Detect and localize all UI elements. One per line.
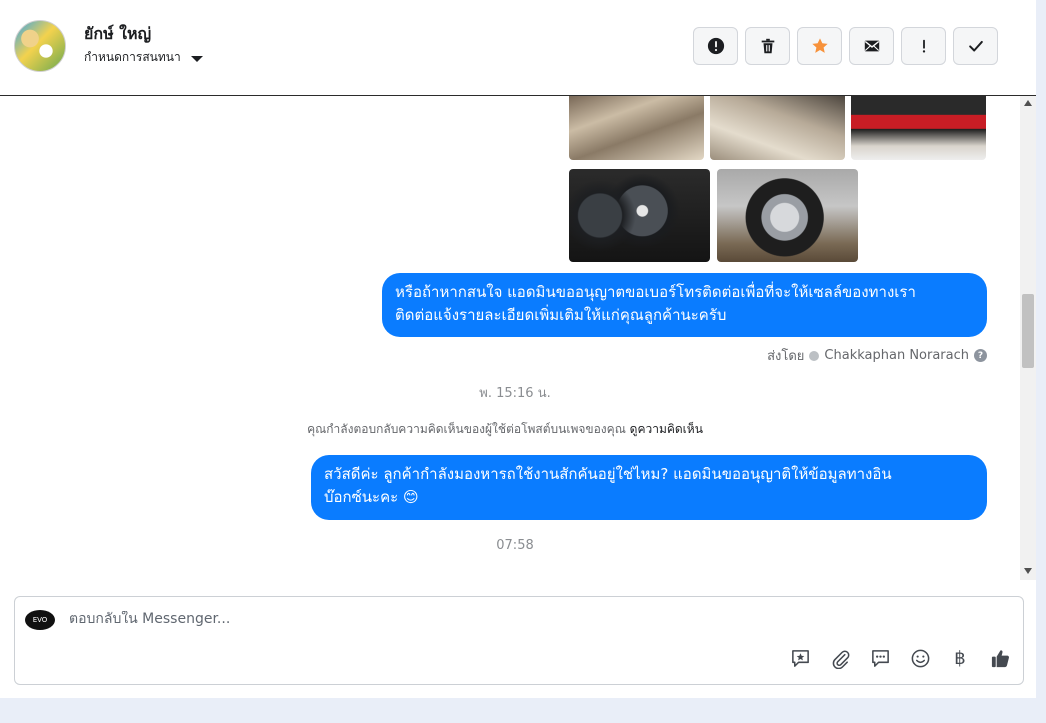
exclamation-circle-icon [707,37,724,55]
comment-reply-note: คุณกำลังตอบกลับความคิดเห็นของผู้ใช้ต่อโพ… [0,420,1010,439]
message-line: หรือถ้าหากสนใจ แอดมินขออนุญาตขอเบอร์โทรต… [395,283,916,301]
outgoing-message[interactable]: หรือถ้าหากสนใจ แอดมินขออนุญาตขอเบอร์โทรต… [382,273,987,337]
car-interior-photo[interactable] [569,96,704,160]
sent-by-prefix: ส่งโดย [767,349,805,364]
message-timestamp: 07:58 [496,538,534,553]
saved-reply-icon [791,649,809,667]
done-button[interactable] [953,27,998,65]
envelope-icon [864,40,879,52]
mark-spam-button[interactable] [693,27,738,65]
reply-composer: EVO ฿ [14,596,1024,685]
assign-conversation-dropdown[interactable]: กำหนดการสนทนา [84,48,203,67]
page-logo: EVO [25,610,55,630]
message-line: สวัสดีค่ะ ลูกค้ากำลังมองหารถใช้งานสักคัน… [324,465,892,483]
star-icon [811,38,828,53]
conversation-header: ยักษ์ ใหญ่ กำหนดการสนทนา [0,0,1036,96]
attach-icon [832,650,849,669]
scroll-thumb[interactable] [1022,294,1034,368]
outgoing-message[interactable]: สวัสดีค่ะ ลูกค้ากำลังมองหารถใช้งานสักคัน… [311,455,987,520]
car-seat-photo[interactable] [710,96,845,160]
reply-note-text: คุณกำลังตอบกลับความคิดเห็นของผู้ใช้ต่อโพ… [307,422,626,436]
comment-button[interactable] [869,647,891,669]
exclamation-icon [922,39,925,53]
saved-reply-button[interactable] [789,647,811,669]
car-wheel-photo[interactable] [717,169,858,262]
reply-input[interactable] [69,611,669,627]
help-icon[interactable]: ? [974,349,987,362]
car-rear-seat-photo[interactable] [851,96,986,160]
attach-button[interactable] [829,647,851,669]
emoji-button[interactable] [909,647,931,669]
message-timestamp: พ. 15:16 น. [479,386,551,401]
view-comment-link[interactable]: ดูความคิดเห็น [630,422,703,436]
contact-avatar[interactable] [14,20,66,72]
like-icon [991,649,1009,667]
scroll-up-arrow-icon[interactable] [1024,100,1032,106]
payment-button[interactable]: ฿ [949,647,971,669]
conversation-panel: ยักษ์ ใหญ่ กำหนดการสนทนา หรือถ้าหากสนใจ … [0,0,1036,698]
mark-unread-button[interactable] [849,27,894,65]
scroll-down-arrow-icon[interactable] [1024,568,1032,574]
comment-icon [871,649,889,667]
car-gauge-photo[interactable] [569,169,710,262]
emoji-icon [911,649,929,667]
assign-label: กำหนดการสนทนา [84,50,181,64]
check-icon [968,40,983,52]
sender-name: Chakkaphan Norarach [824,348,969,363]
like-button[interactable] [989,647,1011,669]
thread-scrollbar[interactable] [1020,96,1036,580]
delete-button[interactable] [745,27,790,65]
message-thread[interactable]: หรือถ้าหากสนใจ แอดมินขออนุญาตขอเบอร์โทรต… [0,96,1036,580]
composer-tools: ฿ [789,647,1011,669]
message-line: ติดต่อแจ้งรายละเอียดเพิ่มเติมให้แก่คุณลู… [395,306,727,324]
verified-dot-icon [809,350,820,361]
follow-up-button[interactable] [901,27,946,65]
star-button[interactable] [797,27,842,65]
sent-by-info: ส่งโดย Chakkaphan Norarach ? [767,345,987,366]
header-actions [693,27,998,65]
contact-name[interactable]: ยักษ์ ใหญ่ [84,22,151,47]
baht-icon: ฿ [954,647,966,669]
message-line: บ๊อกซ์นะคะ 😊 [324,488,419,506]
trash-icon [761,38,774,54]
caret-down-icon [190,55,203,62]
